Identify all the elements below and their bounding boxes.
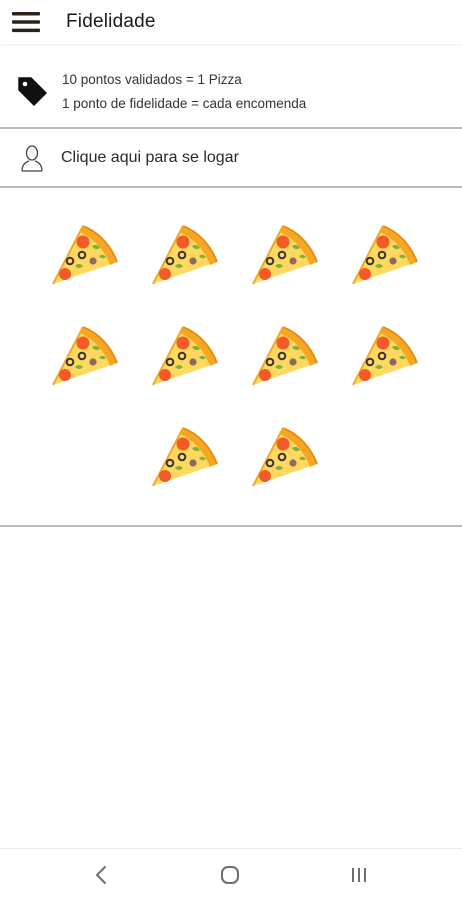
hamburger-menu-icon[interactable] (0, 0, 52, 44)
rule-point-per-order: 1 ponto de fidelidade = cada encomenda (62, 95, 307, 111)
pizza-slice-icon (139, 313, 223, 397)
system-nav-bar (0, 848, 462, 900)
home-circle-icon[interactable] (210, 859, 250, 891)
pizza-slice-icon (339, 313, 423, 397)
login-link[interactable]: Clique aqui para se logar (0, 132, 462, 184)
pizza-slice-icon (139, 414, 223, 498)
pizza-slice-icon (39, 212, 123, 296)
page-title: Fidelidade (66, 11, 156, 32)
pizza-slice-icon (39, 313, 123, 397)
back-chevron-icon[interactable] (81, 859, 121, 891)
pizza-slice-icon (339, 212, 423, 296)
recents-icon[interactable] (339, 859, 379, 891)
loyalty-stamps (0, 200, 462, 510)
divider (0, 525, 462, 527)
user-icon (17, 143, 47, 173)
rule-points-per-pizza: 10 pontos validados = 1 Pizza (62, 71, 242, 87)
divider (0, 127, 462, 129)
loyalty-rules: 10 pontos validados = 1 Pizza 1 ponto de… (0, 56, 462, 126)
pizza-slice-icon (239, 414, 323, 498)
login-label: Clique aqui para se logar (61, 149, 239, 166)
pizza-slice-icon (239, 313, 323, 397)
pizza-slice-icon (139, 212, 223, 296)
loyalty-screen: Fidelidade 10 pontos validados = 1 Pizza… (0, 0, 462, 900)
pizza-slice-icon (239, 212, 323, 296)
rules-text: 10 pontos validados = 1 Pizza 1 ponto de… (62, 72, 306, 111)
price-tag-icon (14, 73, 50, 109)
app-bar: Fidelidade (0, 0, 462, 44)
divider (0, 186, 462, 188)
